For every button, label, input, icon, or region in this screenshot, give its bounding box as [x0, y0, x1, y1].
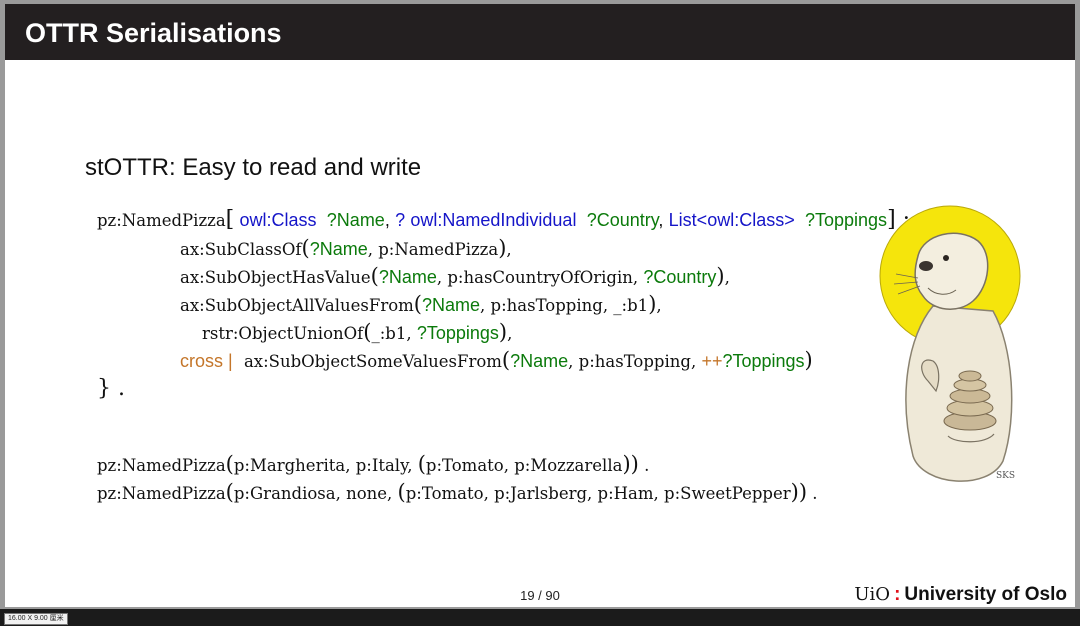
- instance-2: pz:NamedPizza(p:Grandiosa, none, (p:Toma…: [97, 480, 818, 504]
- instruction-fn: ax:SubObjectSomeValuesFrom: [243, 352, 502, 371]
- instruction-fn: ax:SubClassOf: [180, 240, 302, 259]
- var-toppings: ?Toppings: [416, 323, 499, 343]
- param2-type: owl:NamedIndividual: [410, 210, 577, 230]
- uio-logo: UiO: University of Oslo: [854, 584, 1067, 606]
- param3-var: ?Toppings: [804, 210, 888, 230]
- template-name: pz:NamedPizza: [97, 211, 226, 230]
- instance-fn: pz:NamedPizza: [97, 456, 226, 475]
- instance-list: p:Tomato, p:Jarlsberg, p:Ham, p:SweetPep…: [405, 484, 791, 503]
- instance-1: pz:NamedPizza(p:Margherita, p:Italy, (p:…: [97, 452, 650, 476]
- close-brace: } .: [97, 376, 125, 401]
- instruction-args: , p:hasTopping, _:b1: [480, 296, 649, 315]
- expand-operator: ++: [701, 351, 723, 371]
- cross-keyword: cross |: [180, 351, 233, 371]
- param2-optional: ?: [395, 210, 406, 230]
- var-name: ?Name: [422, 295, 481, 315]
- instruction-args: , p:NamedPizza: [367, 240, 499, 259]
- logo-colon: :: [894, 584, 901, 605]
- instance-args: p:Grandiosa, none,: [233, 484, 398, 503]
- slide: OTTR Serialisations stOTTR: Easy to read…: [5, 4, 1075, 607]
- instruction-args: , p:hasCountryOfOrigin,: [436, 268, 644, 287]
- instance-list: p:Tomato, p:Mozzarella: [425, 456, 623, 475]
- template-head: pz:NamedPizza[ owl:Class ?Name, ? owl:Na…: [97, 207, 938, 232]
- var-name: ?Name: [378, 267, 437, 287]
- param1-type: owl:Class: [239, 210, 317, 230]
- logo-short: UiO: [854, 584, 891, 605]
- body-line-2: ax:SubObjectHasValue(?Name, p:hasCountry…: [180, 264, 730, 288]
- instruction-fn: ax:SubObjectAllValuesFrom: [180, 296, 414, 315]
- slide-size-label: 16.00 X 9.00 厘米: [4, 613, 68, 625]
- instruction-fn: ax:SubObjectHasValue: [180, 268, 371, 287]
- body-line-4: rstr:ObjectUnionOf(_:b1, ?Toppings),: [202, 320, 513, 344]
- instruction-args: , p:hasTopping,: [568, 352, 702, 371]
- otter-illustration-icon: SKS: [879, 205, 1021, 482]
- instruction-fn: rstr:ObjectUnionOf: [202, 324, 364, 343]
- instance-args: p:Margherita, p:Italy,: [233, 456, 418, 475]
- title-bar: OTTR Serialisations: [5, 4, 1075, 60]
- template-close: } .: [97, 376, 125, 401]
- var-name: ?Name: [510, 351, 569, 371]
- instruction-args: _:b1,: [371, 324, 417, 343]
- slide-subtitle: stOTTR: Easy to read and write: [85, 154, 422, 181]
- param1-var: ?Name: [326, 210, 385, 230]
- var-country: ?Country: [643, 267, 717, 287]
- param3-type: List<owl:Class>: [668, 210, 795, 230]
- body-line-5: cross | ax:SubObjectSomeValuesFrom(?Name…: [180, 348, 813, 372]
- instance-fn: pz:NamedPizza: [97, 484, 226, 503]
- var-toppings: ?Toppings: [722, 351, 805, 371]
- body-line-1: ax:SubClassOf(?Name, p:NamedPizza),: [180, 236, 512, 260]
- var-name: ?Name: [309, 239, 368, 259]
- svg-text:SKS: SKS: [996, 471, 1015, 481]
- logo-text: University of Oslo: [904, 584, 1067, 605]
- body-line-3: ax:SubObjectAllValuesFrom(?Name, p:hasTo…: [180, 292, 662, 316]
- param2-var: ?Country: [586, 210, 659, 230]
- viewer-status-bar: [0, 609, 1080, 626]
- slide-title: OTTR Serialisations: [25, 18, 282, 48]
